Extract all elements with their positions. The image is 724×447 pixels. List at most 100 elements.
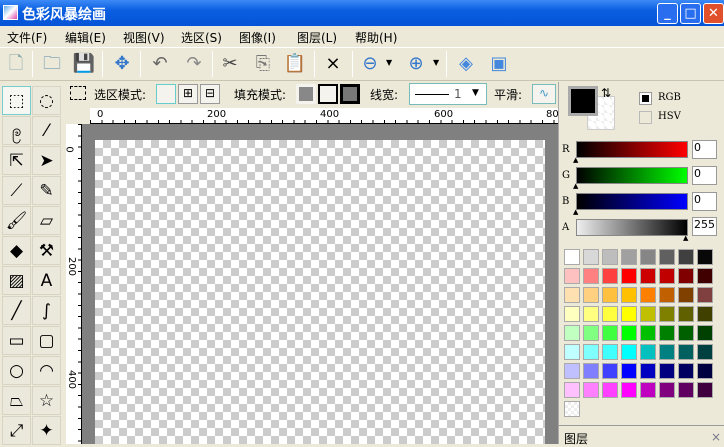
palette-swatch[interactable] [659,325,675,341]
zoom-in-dropdown-icon[interactable]: ▼ [433,58,439,67]
blue-slider[interactable] [576,193,688,210]
tool-color-picker-icon[interactable]: ⟋ [2,176,31,205]
slider-thumb-icon[interactable]: ▲ [683,234,688,242]
open-folder-icon[interactable]: 🗀 [40,52,64,76]
palette-swatch[interactable] [564,306,580,322]
fill-mode-both[interactable] [340,84,360,104]
palette-swatch[interactable] [564,363,580,379]
palette-swatch[interactable] [564,382,580,398]
palette-swatch[interactable] [564,268,580,284]
tool-star-icon[interactable]: ☆ [32,386,61,415]
green-value-input[interactable]: 0 [692,166,717,185]
menu-layer[interactable]: 图层(L) [297,29,337,46]
palette-swatch[interactable] [640,363,656,379]
tool-arrow-line-icon[interactable]: ⤢ [2,416,31,445]
palette-swatch[interactable] [602,287,618,303]
palette-swatch[interactable] [659,249,675,265]
palette-swatch[interactable] [697,249,713,265]
maximize-button[interactable]: □ [680,3,701,24]
alpha-value-input[interactable]: 255 [692,217,717,236]
palette-swatch[interactable] [678,325,694,341]
rgb-radio[interactable] [639,92,652,105]
tool-rectangle-icon[interactable]: ▭ [2,326,31,355]
palette-swatch[interactable] [659,268,675,284]
line-width-select[interactable]: 1 ▼ [409,83,487,105]
palette-swatch[interactable] [583,382,599,398]
palette-swatch[interactable] [602,344,618,360]
palette-swatch[interactable] [564,344,580,360]
menu-select[interactable]: 选区(S) [181,29,222,46]
smooth-toggle[interactable]: ∿ [532,84,556,104]
menu-edit[interactable]: 编辑(E) [65,29,106,46]
palette-swatch[interactable] [697,268,713,284]
palette-swatch[interactable] [697,382,713,398]
undo-icon[interactable]: ↶ [148,52,172,76]
palette-swatch[interactable] [564,249,580,265]
fit-window-icon[interactable]: ◈ [454,52,478,76]
fill-mode-outline[interactable] [318,84,338,104]
palette-swatch[interactable] [621,306,637,322]
selection-mode-subtract[interactable]: ⊟ [200,84,220,104]
palette-swatch[interactable] [583,249,599,265]
swap-colors-icon[interactable]: ⇅ [601,86,611,100]
palette-swatch[interactable] [621,287,637,303]
copy-icon[interactable]: ⎘ [251,52,275,76]
palette-swatch[interactable] [659,363,675,379]
menu-help[interactable]: 帮助(H) [355,29,397,46]
cut-icon[interactable]: ✂ [218,52,242,76]
palette-swatch[interactable] [640,325,656,341]
tool-lasso-icon[interactable]: ဨ [2,116,31,145]
tool-polygon-icon[interactable]: ⏢ [2,386,31,415]
palette-swatch[interactable] [659,382,675,398]
paste-icon[interactable]: 📋 [283,52,307,76]
minimize-button[interactable]: _ [657,3,678,24]
palette-swatch[interactable] [640,344,656,360]
palette-swatch[interactable] [583,287,599,303]
tool-clone-stamp-icon[interactable]: ⚒ [32,236,61,265]
layers-close-button[interactable]: × [711,430,721,444]
palette-swatch[interactable] [583,344,599,360]
tool-curve-icon[interactable]: ∫ [32,296,61,325]
palette-swatch[interactable] [640,249,656,265]
palette-swatch[interactable] [621,325,637,341]
palette-swatch[interactable] [602,249,618,265]
tool-pencil-icon[interactable]: ✎ [32,176,61,205]
selection-mode-add[interactable]: ⊞ [178,84,198,104]
close-button[interactable]: ✕ [703,3,724,24]
palette-swatch-transparent[interactable] [564,401,580,417]
tool-eraser-icon[interactable]: ▱ [32,206,61,235]
palette-swatch[interactable] [678,363,694,379]
save-icon[interactable]: 💾 [72,52,96,76]
palette-swatch[interactable] [697,325,713,341]
palette-swatch[interactable] [602,363,618,379]
palette-swatch[interactable] [583,268,599,284]
palette-swatch[interactable] [602,306,618,322]
zoom-out-dropdown-icon[interactable]: ▼ [386,58,392,67]
palette-swatch[interactable] [621,268,637,284]
palette-swatch[interactable] [602,268,618,284]
palette-swatch[interactable] [678,306,694,322]
menu-image[interactable]: 图像(I) [239,29,276,46]
palette-swatch[interactable] [583,306,599,322]
new-file-icon[interactable]: 🗋 [4,52,28,76]
palette-swatch[interactable] [621,249,637,265]
palette-swatch[interactable] [640,382,656,398]
palette-swatch[interactable] [697,306,713,322]
palette-swatch[interactable] [640,306,656,322]
palette-swatch[interactable] [564,287,580,303]
palette-swatch[interactable] [678,382,694,398]
palette-swatch[interactable] [602,325,618,341]
blue-value-input[interactable]: 0 [692,192,717,211]
alpha-slider[interactable] [576,219,688,236]
red-slider[interactable] [576,141,688,158]
actual-size-icon[interactable]: ▣ [487,52,511,76]
palette-swatch[interactable] [678,344,694,360]
palette-swatch[interactable] [697,344,713,360]
tool-rect-select-icon[interactable]: ⬚ [2,86,31,115]
tool-image-icon[interactable]: ▨ [2,266,31,295]
move-icon[interactable]: ✥ [110,52,134,76]
hsv-radio[interactable] [639,111,652,124]
palette-swatch[interactable] [659,287,675,303]
palette-swatch[interactable] [621,382,637,398]
tool-paint-bucket-icon[interactable]: ◆ [2,236,31,265]
